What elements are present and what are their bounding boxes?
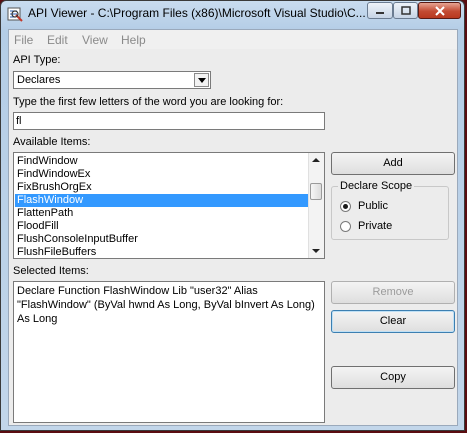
- list-item[interactable]: FlattenPath: [15, 207, 311, 220]
- list-item[interactable]: FloodFill: [15, 220, 311, 233]
- radio-checked-icon: [340, 201, 351, 212]
- menu-bar: File Edit View Help: [9, 30, 457, 49]
- list-item[interactable]: FindWindowEx: [15, 168, 311, 181]
- declare-scope-group: Declare Scope Public Private: [331, 180, 450, 240]
- minimize-icon: [376, 11, 384, 14]
- api-viewer-window: API Viewer - C:\Program Files (x86)\Micr…: [0, 0, 465, 431]
- radio-unchecked-icon: [340, 221, 351, 232]
- window-title: API Viewer - C:\Program Files (x86)\Micr…: [28, 6, 366, 20]
- maximize-icon: [400, 6, 411, 15]
- private-radio[interactable]: Private: [340, 220, 450, 234]
- available-items-scrollbar[interactable]: [308, 153, 324, 258]
- minimize-button[interactable]: [367, 2, 393, 19]
- api-type-value: Declares: [17, 74, 61, 86]
- chevron-down-icon[interactable]: [194, 73, 209, 87]
- close-icon: [434, 5, 445, 16]
- list-item[interactable]: FlushConsoleInputBuffer: [15, 233, 311, 246]
- menu-file[interactable]: File: [14, 33, 33, 47]
- client-area: File Edit View Help API Type: Declares T…: [8, 29, 458, 426]
- api-type-dropdown[interactable]: Declares: [13, 71, 211, 89]
- declare-scope-title: Declare Scope: [338, 180, 415, 192]
- api-type-label: API Type:: [13, 54, 61, 66]
- list-item-selected[interactable]: FlashWindow: [15, 194, 311, 207]
- selected-items-box[interactable]: Declare Function FlashWindow Lib "user32…: [13, 281, 325, 423]
- api-viewer-app-icon: [7, 7, 23, 22]
- menu-edit[interactable]: Edit: [47, 33, 68, 47]
- copy-button[interactable]: Copy: [331, 366, 455, 389]
- list-item[interactable]: FixBrushOrgEx: [15, 181, 311, 194]
- scroll-thumb[interactable]: [310, 183, 322, 200]
- remove-button[interactable]: Remove: [331, 281, 455, 304]
- menu-help[interactable]: Help: [121, 33, 146, 47]
- private-radio-label: Private: [358, 220, 393, 232]
- title-bar[interactable]: API Viewer - C:\Program Files (x86)\Micr…: [1, 1, 464, 27]
- menu-view[interactable]: View: [82, 33, 108, 47]
- available-items-label: Available Items:: [13, 136, 91, 148]
- public-radio-label: Public: [358, 200, 388, 212]
- close-button[interactable]: [418, 2, 461, 19]
- maximize-button[interactable]: [393, 2, 418, 19]
- list-item[interactable]: FlushFileBuffers: [15, 246, 311, 258]
- search-label: Type the first few letters of the word y…: [13, 96, 284, 108]
- search-input[interactable]: [16, 114, 316, 128]
- add-button[interactable]: Add: [331, 152, 455, 175]
- scroll-down-arrow-icon[interactable]: [312, 249, 320, 253]
- list-item[interactable]: FindWindow: [15, 155, 311, 168]
- scroll-up-arrow-icon[interactable]: [312, 158, 320, 162]
- search-field[interactable]: [13, 112, 325, 130]
- public-radio[interactable]: Public: [340, 200, 450, 214]
- selected-items-label: Selected Items:: [13, 265, 89, 277]
- selected-items-text[interactable]: Declare Function FlashWindow Lib "user32…: [17, 284, 319, 326]
- available-items-list[interactable]: FindWindow FindWindowEx FixBrushOrgEx Fl…: [13, 152, 325, 259]
- clear-button[interactable]: Clear: [331, 310, 455, 333]
